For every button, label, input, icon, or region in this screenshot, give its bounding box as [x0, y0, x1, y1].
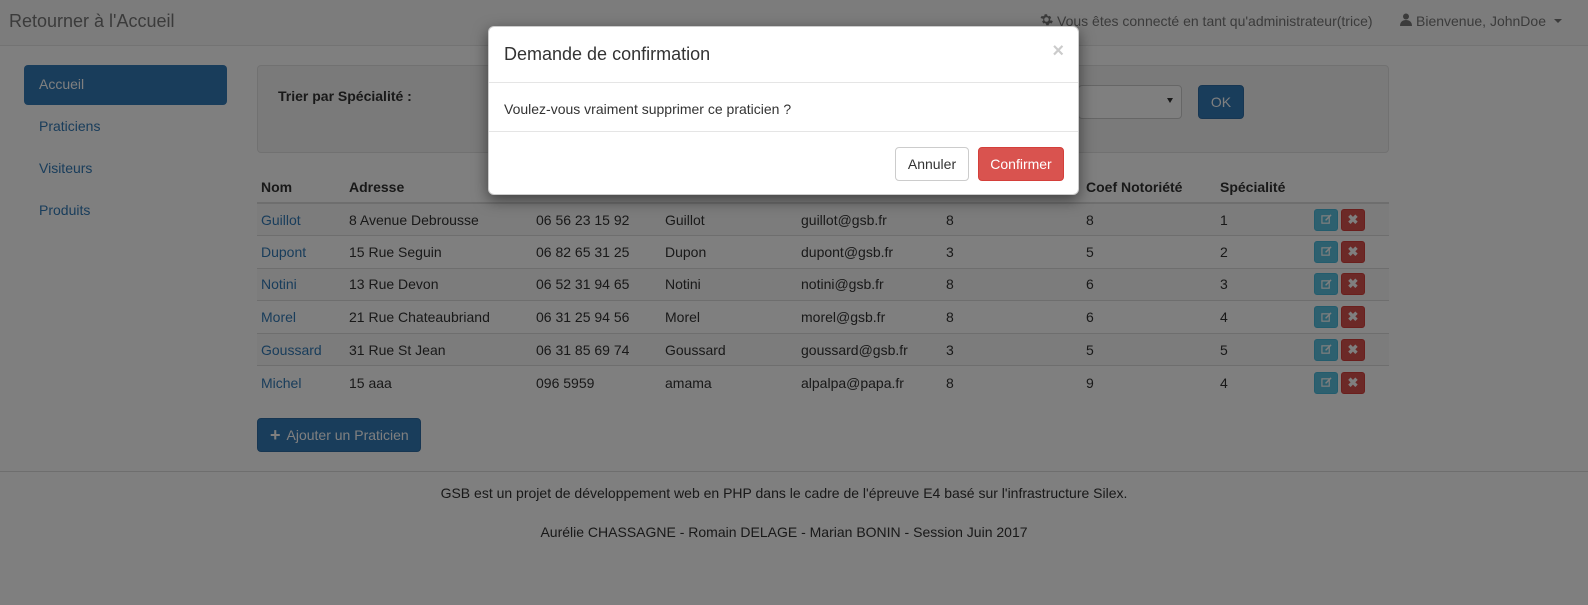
confirm-modal: Demande de confirmation × Voulez-vous vr… — [488, 26, 1079, 195]
modal-title: Demande de confirmation — [504, 44, 711, 64]
modal-footer: Annuler Confirmer — [489, 132, 1078, 194]
modal-header: Demande de confirmation × — [489, 27, 1078, 83]
modal-body: Voulez-vous vraiment supprimer ce pratic… — [489, 83, 1078, 132]
modal-message: Voulez-vous vraiment supprimer ce pratic… — [504, 101, 792, 117]
close-icon[interactable]: × — [1052, 40, 1064, 63]
cancel-button[interactable]: Annuler — [895, 147, 969, 181]
confirm-button[interactable]: Confirmer — [978, 147, 1064, 181]
